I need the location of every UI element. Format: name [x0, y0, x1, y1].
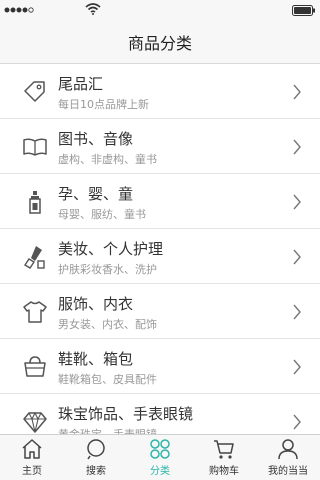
category-row-apparel[interactable]: 服饰、内衣 男女装、内衣、配饰: [0, 284, 320, 339]
baby-bottle-icon: [29, 191, 41, 214]
category-row-beauty[interactable]: 美妆、个人护理 护肤彩妆香水、洗护: [0, 229, 320, 284]
chevron-right-icon: [293, 249, 301, 265]
tab-category[interactable]: 分类: [128, 435, 192, 480]
category-list[interactable]: 尾品汇 每日10点品牌上新 图书、音像 虚构、非虚构、童书 孕、婴、童 母婴、服…: [0, 64, 320, 434]
tab-label: 分类: [150, 466, 170, 477]
tab-home[interactable]: 主页: [0, 435, 64, 480]
tab-label: 主页: [22, 466, 42, 477]
handbag-icon: [24, 356, 46, 377]
category-row-outlet[interactable]: 尾品汇 每日10点品牌上新: [0, 64, 320, 119]
category-grid-icon: [150, 439, 170, 459]
category-title: 服饰、内衣: [58, 295, 134, 313]
diamond-icon: [23, 411, 47, 433]
category-subtitle: 男女装、内衣、配饰: [58, 318, 157, 331]
lipstick-icon: [24, 246, 45, 269]
tab-label: 购物车: [209, 466, 239, 477]
home-icon: [22, 439, 42, 459]
category-row-baby[interactable]: 孕、婴、童 母婴、服纺、童书: [0, 174, 320, 229]
category-subtitle: 母婴、服纺、童书: [58, 208, 146, 221]
category-title: 鞋靴、箱包: [58, 350, 134, 368]
category-subtitle: 黄金珠宝、手表眼镜: [58, 426, 157, 434]
category-title: 尾品汇: [58, 75, 104, 93]
tab-cart[interactable]: 购物车: [192, 435, 256, 480]
category-subtitle: 每日10点品牌上新: [58, 98, 149, 111]
cart-icon: [214, 440, 234, 459]
price-tag-icon: [24, 81, 45, 102]
tab-bar: 主页 搜索 分类 购物车 我的当当: [0, 434, 320, 480]
chevron-right-icon: [293, 139, 301, 155]
category-title: 珠宝饰品、手表眼镜: [58, 405, 194, 423]
category-subtitle: 护肤彩妆香水、洗护: [58, 263, 157, 276]
chevron-right-icon: [293, 194, 301, 210]
page-title: 商品分类: [127, 33, 192, 53]
category-row-shoes-bags[interactable]: 鞋靴、箱包 鞋靴箱包、皮具配件: [0, 339, 320, 394]
category-subtitle: 鞋靴箱包、皮具配件: [58, 373, 157, 386]
chevron-right-icon: [293, 84, 301, 100]
chevron-right-icon: [293, 304, 301, 320]
wifi-icon: [85, 3, 101, 15]
chevron-right-icon: [293, 359, 301, 375]
status-bar: [0, 0, 320, 20]
category-row-jewelry[interactable]: 珠宝饰品、手表眼镜 黄金珠宝、手表眼镜: [0, 394, 320, 434]
navigation-bar: 商品分类: [0, 20, 320, 64]
open-book-icon: [23, 138, 47, 156]
battery-icon: [292, 5, 315, 16]
tab-label: 我的当当: [268, 466, 308, 477]
category-title: 图书、音像: [58, 130, 134, 148]
tab-label: 搜索: [86, 466, 106, 477]
category-title: 美妆、个人护理: [58, 240, 164, 258]
signal-dots-icon: [4, 7, 34, 13]
user-icon: [278, 439, 298, 460]
category-row-books[interactable]: 图书、音像 虚构、非虚构、童书: [0, 119, 320, 174]
tab-my-account[interactable]: 我的当当: [256, 435, 320, 480]
category-subtitle: 虚构、非虚构、童书: [58, 153, 157, 166]
search-icon: [87, 439, 105, 460]
t-shirt-icon: [23, 301, 47, 323]
chevron-right-icon: [293, 414, 301, 430]
category-title: 孕、婴、童: [58, 185, 134, 203]
tab-search[interactable]: 搜索: [64, 435, 128, 480]
